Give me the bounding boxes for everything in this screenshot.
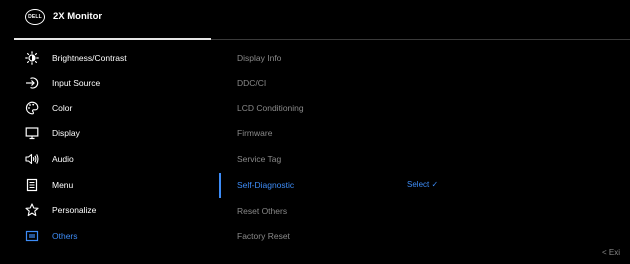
- menu-item-brightness-contrast[interactable]: Brightness/Contrast: [14, 48, 204, 68]
- others-icon: [25, 229, 39, 243]
- menu-label: Brightness/Contrast: [52, 53, 127, 63]
- osd-header: DELL 2X Monitor: [0, 0, 630, 38]
- header-divider: [211, 38, 630, 40]
- header-divider-active: [14, 38, 211, 40]
- menu-icon: [25, 178, 39, 192]
- menu-label: Others: [52, 231, 78, 241]
- monitor-title: 2X Monitor: [53, 11, 103, 22]
- display-icon: [25, 126, 39, 140]
- menu-item-color[interactable]: Color: [14, 98, 204, 118]
- select-button[interactable]: Select ✓: [407, 179, 438, 191]
- input-source-icon: [25, 76, 39, 90]
- submenu-item-ddc-ci[interactable]: DDC/CI: [237, 76, 266, 90]
- color-palette-icon: [25, 101, 39, 115]
- submenu-item-service-tag[interactable]: Service Tag: [237, 152, 281, 166]
- menu-item-menu[interactable]: Menu: [14, 175, 204, 195]
- selection-indicator: [219, 173, 221, 198]
- menu-item-input-source[interactable]: Input Source: [14, 73, 204, 93]
- menu-label: Input Source: [52, 78, 101, 88]
- submenu-item-display-info[interactable]: Display Info: [237, 51, 281, 65]
- menu-item-others[interactable]: Others: [14, 226, 204, 246]
- menu-item-personalize[interactable]: Personalize: [14, 200, 204, 220]
- dell-logo: DELL: [25, 9, 45, 25]
- submenu-item-factory-reset[interactable]: Factory Reset: [237, 229, 290, 243]
- menu-label: Audio: [52, 154, 74, 164]
- submenu-item-firmware[interactable]: Firmware: [237, 126, 272, 140]
- menu-item-display[interactable]: Display: [14, 123, 204, 143]
- submenu-item-lcd-conditioning[interactable]: LCD Conditioning: [237, 101, 304, 115]
- logo-text: DELL: [28, 14, 42, 20]
- menu-label: Color: [52, 103, 73, 113]
- menu-label: Personalize: [52, 205, 97, 215]
- exit-button[interactable]: < Exi: [602, 247, 620, 259]
- brightness-icon: [25, 51, 39, 65]
- menu-label: Menu: [52, 180, 74, 190]
- submenu-item-reset-others[interactable]: Reset Others: [237, 204, 287, 218]
- menu-label: Display: [52, 128, 80, 138]
- submenu-item-self-diagnostic[interactable]: Self-Diagnostic: [237, 178, 294, 192]
- star-icon: [25, 203, 39, 217]
- audio-icon: [25, 152, 39, 166]
- menu-item-audio[interactable]: Audio: [14, 149, 204, 169]
